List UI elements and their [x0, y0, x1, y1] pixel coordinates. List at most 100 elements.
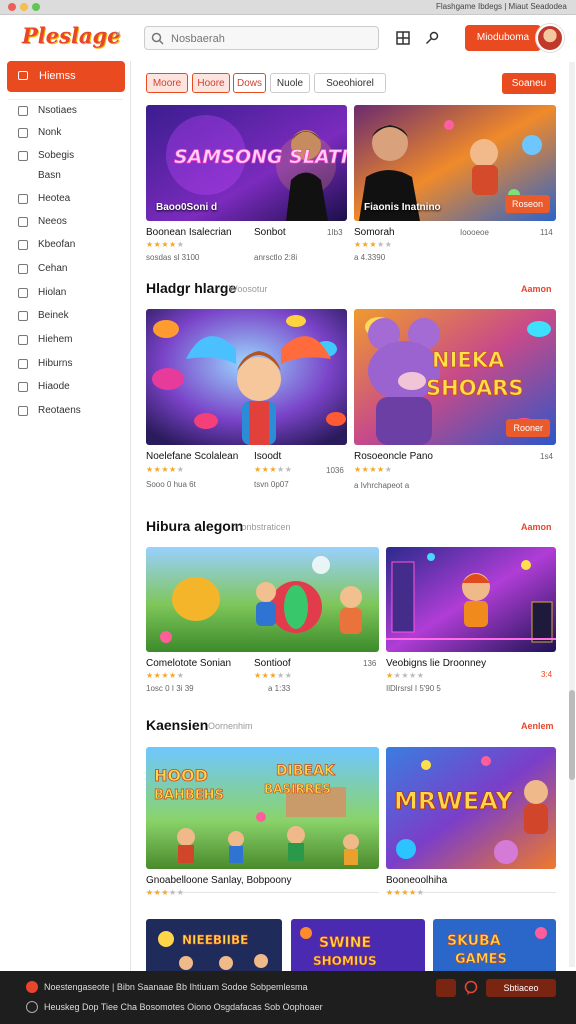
card-title[interactable]: Gnoabelloone Sanlay, Bobpoony — [146, 875, 291, 886]
box-icon — [18, 311, 28, 321]
footer-links-primary[interactable]: Noestengaseote | Bibn Saanaae Bb Ihtiuam… — [44, 982, 308, 992]
star-rating: ★★★★★ — [146, 465, 185, 474]
card-title[interactable]: Booneoolhiha — [386, 875, 447, 886]
game-thumbnail[interactable] — [146, 547, 379, 652]
sidebar-item-label: Hiburns — [38, 358, 73, 369]
card-title[interactable]: Boonean Isalecrian — [146, 227, 232, 238]
game-thumbnail[interactable]: HOOD BAHBEHS DIBEAK BASIRRES — [146, 747, 379, 869]
filter-action-button[interactable]: Soaneu — [502, 73, 556, 94]
svg-text:GAMES: GAMES — [455, 952, 507, 967]
filter-chip[interactable]: Moore — [146, 73, 188, 93]
search-input[interactable] — [169, 30, 373, 48]
card-title[interactable]: Veobigns lie Droonney — [386, 658, 486, 669]
section-view-all-link[interactable]: Aamon — [521, 284, 552, 294]
card-meta: Sooo 0 hua 6t — [146, 480, 196, 489]
close-window-icon[interactable] — [8, 3, 16, 11]
game-card[interactable]: MRWEAY Booneoolhiha ★★★★★ — [386, 747, 556, 897]
search-box[interactable] — [144, 26, 379, 50]
box-icon — [18, 335, 28, 345]
chat-icon[interactable] — [462, 979, 482, 997]
svg-text:SKUBA: SKUBA — [447, 933, 501, 949]
grid-icon[interactable] — [396, 31, 412, 47]
filter-chip[interactable]: Nuole — [270, 73, 310, 93]
thumbnail-overlay-text: Baoo0Soni d — [156, 202, 218, 213]
circle-icon — [18, 382, 28, 392]
game-thumbnail[interactable]: SKUBA GAMES — [433, 919, 556, 971]
game-card[interactable]: Noelefane Scolalean Isoodt 1036 ★★★★★ ★★… — [146, 309, 347, 499]
svg-text:SWINE: SWINE — [319, 935, 371, 951]
grid-icon — [18, 151, 28, 161]
card-meta-secondary: tsvn 0p07 — [254, 480, 289, 489]
window-subtitle: Ibdegs | Miaut Seadodea — [478, 2, 567, 11]
sidebar-item-label: Cehan — [38, 263, 68, 274]
key-icon[interactable] — [425, 31, 441, 47]
filter-chip[interactable]: Dows — [233, 73, 266, 93]
filter-chip[interactable]: Soeohiorel — [314, 73, 386, 93]
star-rating-secondary: ★★★★★ — [254, 465, 293, 474]
card-subtitle: Sonbot — [254, 227, 286, 238]
scrollbar-track[interactable] — [569, 62, 575, 967]
section-title: Hibura alegom — [146, 518, 244, 534]
card-title[interactable]: Rosoeoncle Pano — [354, 451, 433, 462]
thumbnail-art-text: SAMSONG SLATIIH — [174, 146, 347, 168]
svg-text:NIEEBIIBE: NIEEBIIBE — [182, 933, 248, 947]
sidebar-item-label: Nonk — [38, 127, 62, 138]
card-subtitle: Isoodt — [254, 451, 282, 462]
scrollbar-thumb[interactable] — [569, 690, 575, 780]
sidebar-item-home[interactable]: Hiemss — [7, 61, 125, 92]
site-logo[interactable]: Pleslage — [22, 23, 121, 48]
card-meta: 1osc 0 I 3i 39 — [146, 684, 194, 693]
user-avatar[interactable] — [536, 24, 564, 52]
game-card[interactable]: SAMSONG SLATIIH Baoo0Soni d Boonean Isal… — [146, 105, 347, 265]
game-thumbnail[interactable] — [386, 547, 556, 652]
circle-icon — [18, 217, 28, 227]
box-icon — [18, 194, 28, 204]
section-view-all-link[interactable]: Aenlem — [521, 721, 554, 731]
app-header: Pleslage × Mioduboma — [0, 15, 576, 62]
section-subtitle: Inonbstraticen — [234, 522, 291, 532]
game-card[interactable]: Fiaonis Inatnino Roseon Somorah Ioooeoe … — [354, 105, 556, 265]
logo-icon — [26, 981, 38, 993]
svg-text:HOOD: HOOD — [154, 766, 208, 785]
game-card[interactable]: Comelotote Sonian Sontioof 136 ★★★★★ ★★★… — [146, 547, 379, 697]
circle-icon — [18, 106, 28, 116]
section-view-all-link[interactable]: Aamon — [521, 522, 552, 532]
section-subtitle: Woosotur — [229, 284, 268, 294]
card-title[interactable]: Comelotote Sonian — [146, 658, 231, 669]
sidebar-divider — [8, 99, 123, 100]
game-thumbnail[interactable]: Fiaonis Inatnino Roseon — [354, 105, 556, 221]
card-subtitle: Ioooeoe — [460, 228, 489, 237]
card-title[interactable]: Noelefane Scolalean — [146, 451, 238, 462]
game-thumbnail[interactable]: MRWEAY — [386, 747, 556, 869]
section-title: Kaensien — [146, 717, 209, 733]
maximize-window-icon[interactable] — [32, 3, 40, 11]
card-meta: a Ivhrchapeot a — [354, 481, 410, 490]
game-card[interactable]: HOOD BAHBEHS DIBEAK BASIRRES Gnoabelloon… — [146, 747, 379, 897]
minimize-window-icon[interactable] — [20, 3, 28, 11]
card-title[interactable]: Somorah — [354, 227, 395, 238]
play-button[interactable]: Roseon — [504, 195, 550, 213]
sidebar-item-label: Heotea — [38, 193, 71, 204]
filter-chip[interactable]: Hoore — [192, 73, 230, 93]
game-thumbnail[interactable]: SAMSONG SLATIIH Baoo0Soni d — [146, 105, 347, 221]
game-thumbnail[interactable]: NIEKA SHOARS Rooner — [354, 309, 556, 445]
globe-icon[interactable] — [26, 1001, 38, 1013]
play-button[interactable]: Rooner — [506, 419, 550, 437]
footer-cta-button[interactable]: Sbtiaceo — [486, 979, 556, 997]
game-card[interactable]: Veobigns lie Droonney 3:4 ★★★★★ IlDlrsrs… — [386, 547, 556, 697]
footer-links-secondary[interactable]: Heuskeg Dop Tiee Cha Bosomotes Oiono Osg… — [44, 1002, 323, 1012]
svg-text:SHOMIUS: SHOMIUS — [313, 954, 377, 968]
thumbnail-overlay-text: Fiaonis Inatnino — [364, 202, 441, 213]
sidebar-item-label: Nsotiaes — [38, 105, 77, 116]
game-thumbnail[interactable]: SWINE SHOMIUS — [291, 919, 425, 971]
svg-text:NIEKA: NIEKA — [432, 348, 505, 372]
window-title: Flashgame — [436, 2, 476, 11]
game-thumbnail[interactable]: NIEEBIIBE — [146, 919, 282, 971]
sidebar: Hiemss Nsotiaes Nonk Sobegis Basn Heotea… — [0, 61, 131, 971]
game-card[interactable]: NIEKA SHOARS Rooner Rosoeoncle Pano 1s4 … — [354, 309, 556, 499]
share-icon[interactable] — [436, 979, 456, 997]
home-icon — [18, 71, 28, 80]
game-thumbnail[interactable] — [146, 309, 347, 445]
header-cta-button[interactable]: Mioduboma — [465, 25, 541, 51]
window-titlebar: Flashgame Ibdegs | Miaut Seadodea — [0, 0, 576, 15]
